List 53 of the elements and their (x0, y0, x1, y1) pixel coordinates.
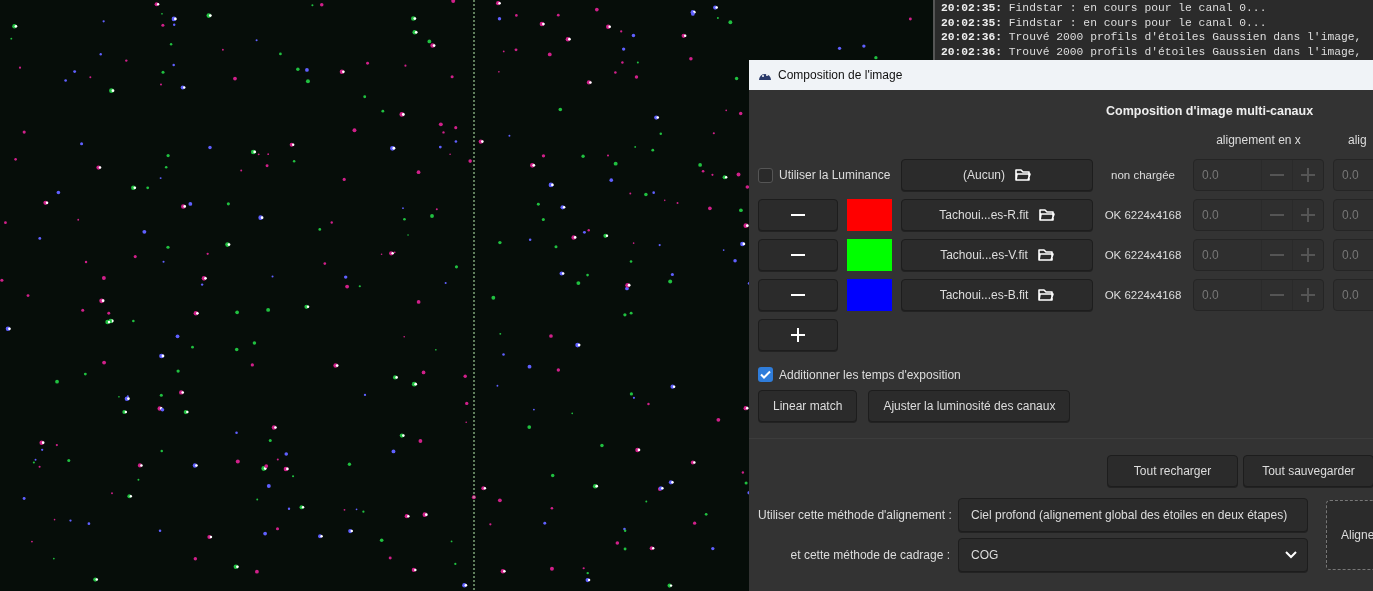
action-button[interactable]: Tout sauvegarder (1243, 455, 1373, 487)
column-header: alignement en x (1216, 133, 1301, 147)
folder-icon (1015, 168, 1031, 182)
folder-icon (1038, 208, 1055, 222)
minus-icon (791, 294, 805, 296)
folder-icon (1038, 288, 1055, 302)
checkbox[interactable] (758, 367, 773, 382)
log-line: 20:02:36: Trouvé 2000 profils d'étoiles Gaussien dans l'image, (941, 44, 1363, 59)
alignment-dropdown[interactable]: Ciel profond (alignement global des étoiles en deux étapes) (958, 498, 1308, 532)
log-line: 20:02:36: Trouvé 2000 profils d'étoiles Gaussien dans l'image, (941, 30, 1363, 45)
action-button[interactable]: Ajuster la luminosité des canaux (868, 390, 1071, 422)
field-label: Utiliser cette méthode d'alignement : (758, 508, 950, 522)
minus-icon (1270, 254, 1284, 256)
folder-icon (1037, 248, 1054, 262)
plus-icon (1301, 168, 1315, 182)
dialog-heading: Composition d'image multi-canaux (1106, 104, 1314, 118)
remove-button[interactable] (758, 279, 838, 311)
log-line: 20:02:35: Findstar : en cours pour le canal 0... (941, 1, 1268, 16)
file-button[interactable]: (Aucun) (901, 159, 1093, 191)
status-text: OK 6224x4168 (1103, 249, 1183, 261)
plus-icon (1301, 248, 1315, 262)
color-swatch[interactable] (847, 199, 892, 231)
checkbox-label: Utiliser la Luminance (779, 168, 891, 182)
minus-icon (791, 254, 805, 256)
chevron-down-icon (1285, 551, 1297, 559)
action-button[interactable]: Tout recharger (1107, 455, 1238, 487)
minus-icon (1270, 294, 1284, 296)
status-text: non chargée (1110, 169, 1176, 181)
plus-icon (791, 328, 805, 342)
status-text: OK 6224x4168 (1103, 289, 1183, 301)
minus-icon (1270, 174, 1284, 176)
plus-icon (1301, 208, 1315, 222)
minus-icon (791, 214, 805, 216)
remove-button[interactable] (758, 199, 838, 231)
window-title: Composition de l'image (778, 68, 903, 82)
align-button[interactable]: Aligne (1326, 500, 1373, 570)
file-button[interactable]: Tachoui...es-B.fit (901, 279, 1093, 311)
column-header: alig (1348, 133, 1367, 147)
file-button[interactable]: Tachoui...es-V.fit (901, 239, 1093, 271)
file-button[interactable]: Tachoui...es-R.fit (901, 199, 1093, 231)
add-button[interactable] (758, 319, 838, 351)
checkbox-label: Additionner les temps d'exposition (779, 367, 961, 382)
status-text: OK 6224x4168 (1103, 209, 1183, 221)
plus-icon (1301, 288, 1315, 302)
remove-button[interactable] (758, 239, 838, 271)
color-swatch[interactable] (847, 279, 892, 311)
field-label: et cette méthode de cadrage : (789, 548, 950, 562)
checkbox[interactable] (758, 167, 773, 183)
framing-dropdown[interactable]: COG (958, 538, 1308, 572)
minus-icon (1270, 214, 1284, 216)
color-swatch[interactable] (847, 239, 892, 271)
log-line: 20:02:35: Findstar : en cours pour le canal 0... (941, 15, 1268, 30)
action-button[interactable]: Linear match (758, 390, 858, 422)
